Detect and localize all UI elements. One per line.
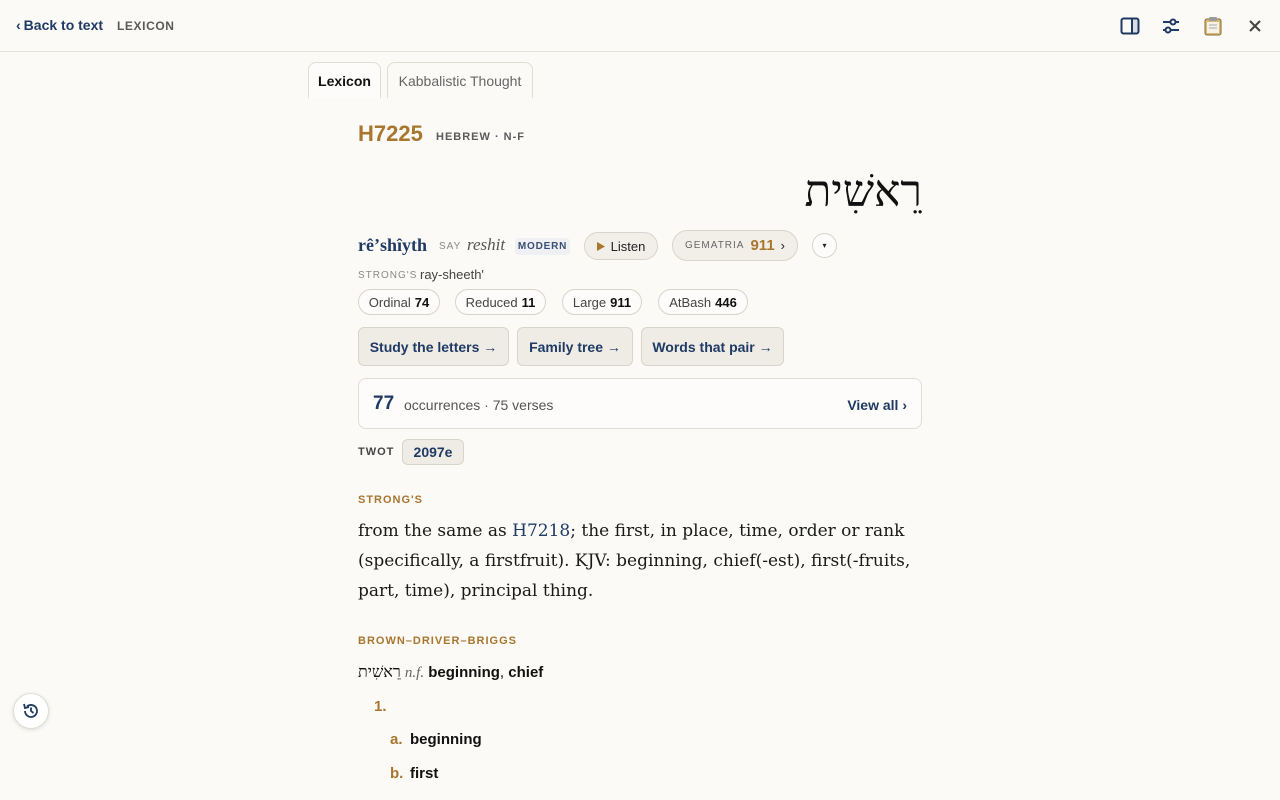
hebrew-headword: רֵאשִׁית (804, 166, 922, 217)
view-all-link[interactable]: View all › (847, 397, 907, 413)
pill-label: Large (572, 294, 607, 310)
ordinal-pill: Ordinal 74 (358, 289, 440, 315)
language-meta: HEBREW · N-F (436, 131, 525, 143)
pronunciation: reshit (467, 235, 506, 254)
chevron-right-icon: › (780, 238, 786, 253)
listen-label: Listen (610, 238, 646, 254)
caret-down-icon: ▾ (822, 241, 827, 250)
pill-label: Reduced (465, 294, 518, 310)
reduced-pill: Reduced 11 (455, 289, 546, 315)
history-button[interactable] (13, 693, 49, 729)
panel-icon[interactable] (1118, 14, 1142, 38)
family-tree-button[interactable]: Family tree → (517, 327, 633, 366)
list-item-text: first (410, 765, 439, 782)
occurrence-count: 77 (373, 393, 395, 414)
pill-label: AtBash (669, 294, 712, 310)
page-title: LEXICON (117, 19, 175, 33)
gematria-label: GEMATRIA (684, 240, 745, 251)
sliders-icon[interactable] (1159, 14, 1183, 38)
occurrence-text: occurrences · 75 verses (404, 397, 554, 413)
pill-value: 74 (414, 294, 430, 310)
modern-badge: MODERN (515, 238, 570, 255)
listen-button[interactable]: Listen (584, 232, 658, 260)
transliteration: rêʼshîyth (358, 235, 427, 255)
tab-lexicon[interactable]: Lexicon (308, 62, 381, 98)
bdb-gloss: beginning (428, 664, 500, 681)
play-icon (596, 241, 605, 251)
close-icon[interactable] (1243, 14, 1267, 38)
pill-label: Ordinal (368, 294, 411, 310)
part-of-speech: n.f. (404, 665, 425, 681)
say-label: SAY (439, 241, 462, 252)
strongs-pron-label: STRONG'S (358, 270, 418, 281)
cross-reference-link[interactable]: H7218 (512, 521, 570, 541)
list-number: b. (390, 765, 404, 782)
atbash-pill: AtBash 446 (658, 289, 748, 315)
gematria-value: 911 (750, 237, 775, 254)
more-caret-button[interactable]: ▾ (812, 233, 837, 258)
pill-value: 11 (521, 294, 536, 310)
bdb-section-label: BROWN–DRIVER–BRIGGS (358, 635, 517, 647)
large-pill: Large 911 (562, 289, 642, 315)
back-label: Back to text (23, 17, 104, 33)
back-to-text-link[interactable]: ‹ Back to text (16, 17, 103, 33)
occurrences-card: 77 occurrences · 75 verses View all › (358, 378, 922, 429)
twot-label: TWOT (358, 446, 395, 458)
chevron-left-icon: ‹ (16, 17, 21, 33)
strongs-section-label: STRONG'S (358, 494, 424, 506)
strongs-number: H7225 (358, 121, 423, 146)
twot-badge[interactable]: 2097e (402, 439, 464, 465)
list-number: a. (390, 731, 403, 748)
bdb-hebrew: רֵאשִׁית (358, 662, 401, 681)
history-icon (23, 703, 38, 718)
bdb-gloss: chief (508, 664, 544, 681)
pill-value: 446 (715, 294, 737, 310)
bdb-separator: , (499, 664, 505, 681)
pill-value: 911 (610, 294, 632, 310)
clipboard-icon[interactable] (1201, 14, 1225, 38)
gematria-button[interactable]: GEMATRIA 911 › (672, 230, 798, 261)
study-letters-button[interactable]: Study the letters → (358, 327, 509, 366)
list-item-text: beginning (410, 731, 482, 748)
strongs-definition: from the same as H7218; the first, in pl… (358, 516, 922, 606)
definition-text: from the same as (358, 521, 513, 541)
bdb-headline: רֵאשִׁית n.f. beginning, chief (358, 662, 543, 682)
strongs-pronunciation: ray-sheeth' (420, 267, 484, 282)
list-number: 1. (374, 698, 387, 715)
words-that-pair-button[interactable]: Words that pair → (641, 327, 784, 366)
top-bar: ‹ Back to text LEXICON (0, 0, 1280, 52)
tab-kabbalistic-thought[interactable]: Kabbalistic Thought (387, 62, 533, 98)
